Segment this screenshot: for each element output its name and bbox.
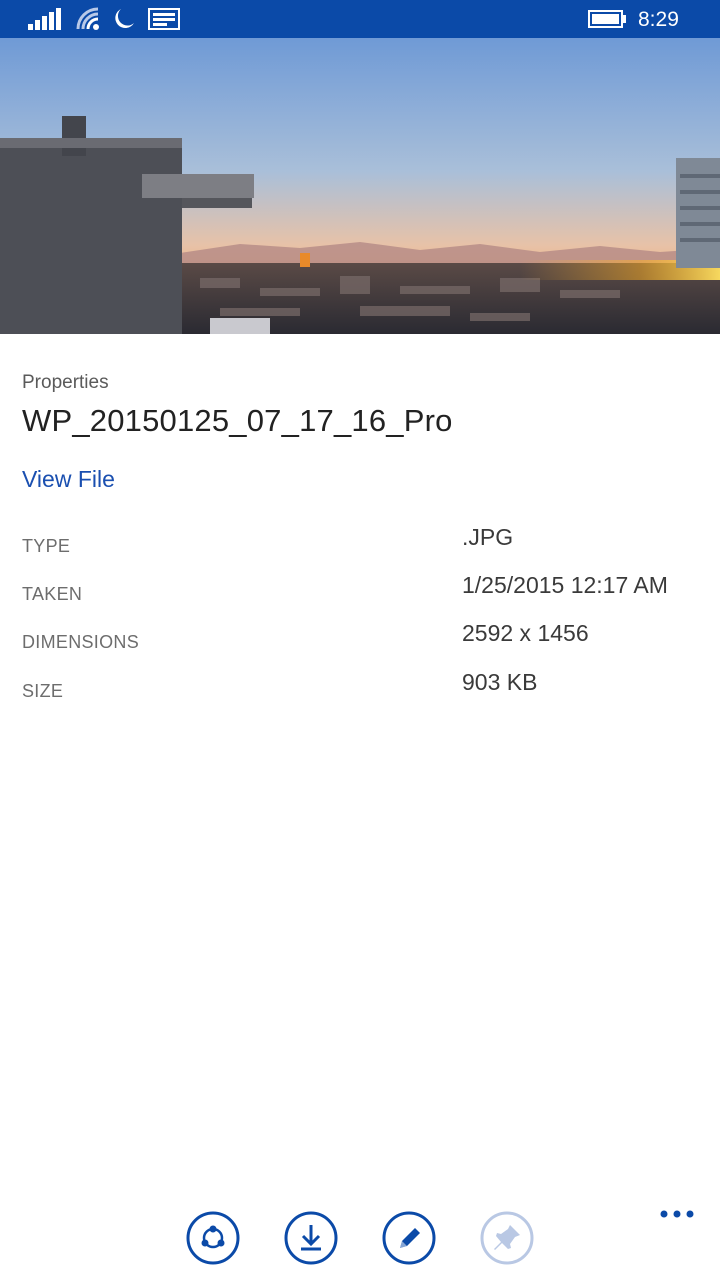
- property-value: 1/25/2015 12:17 AM: [462, 572, 668, 598]
- property-row-type: TYPE .JPG: [0, 524, 720, 564]
- file-name-title: WP_20150125_07_17_16_Pro: [22, 403, 453, 438]
- edit-button[interactable]: [382, 1211, 436, 1265]
- property-value: 903 KB: [462, 669, 538, 695]
- signal-icon: [28, 8, 61, 30]
- edit-icon: [400, 1228, 420, 1248]
- properties-heading: Properties: [22, 372, 109, 393]
- property-label: DIMENSIONS: [22, 632, 140, 652]
- property-value: .JPG: [462, 524, 514, 550]
- more-button[interactable]: [654, 1204, 700, 1224]
- more-icon: [660, 1210, 694, 1218]
- download-button[interactable]: [284, 1211, 338, 1265]
- property-row-taken: TAKEN 1/25/2015 12:17 AM: [0, 572, 720, 612]
- battery-icon: [588, 10, 626, 28]
- wifi-icon: [76, 7, 99, 30]
- message-icon: [148, 8, 180, 30]
- status-bar: 8:29: [0, 0, 720, 38]
- property-row-dimensions: DIMENSIONS 2592 x 1456: [0, 620, 720, 660]
- pin-icon: [494, 1225, 520, 1250]
- app-bar: [0, 1192, 720, 1280]
- view-file-link[interactable]: View File: [22, 466, 115, 493]
- clock: 8:29: [638, 8, 679, 31]
- photo-preview[interactable]: [0, 38, 720, 334]
- property-label: TYPE: [22, 536, 71, 556]
- download-icon: [301, 1225, 321, 1251]
- property-value: 2592 x 1456: [462, 620, 589, 646]
- share-icon: [201, 1225, 225, 1249]
- property-row-size: SIZE 903 KB: [0, 669, 720, 709]
- property-label: TAKEN: [22, 584, 83, 604]
- pin-button[interactable]: [480, 1211, 534, 1265]
- quiet-hours-icon: [115, 9, 134, 29]
- share-button[interactable]: [186, 1211, 240, 1265]
- property-label: SIZE: [22, 681, 64, 701]
